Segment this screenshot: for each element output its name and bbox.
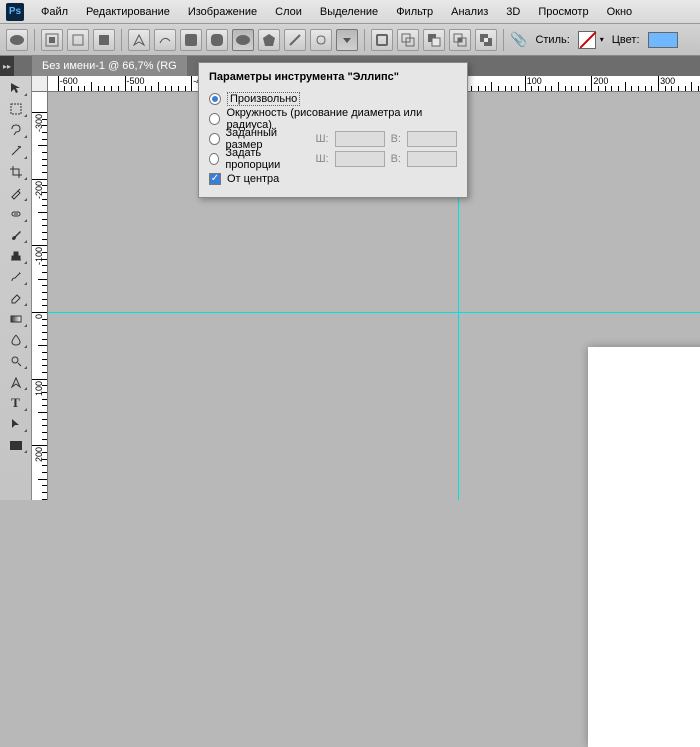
toolbox: T (0, 76, 32, 500)
ellipse-shape-button[interactable] (232, 29, 254, 51)
dodge-tool[interactable] (3, 351, 29, 371)
pen-tool-icon[interactable] (128, 29, 150, 51)
menu-view[interactable]: Просмотр (529, 6, 597, 18)
healing-tool[interactable] (3, 204, 29, 224)
rounded-square-icon (211, 34, 223, 46)
square-outline-icon (376, 34, 388, 46)
fixed-width-input[interactable] (335, 131, 385, 147)
mode-shape-layers[interactable] (41, 29, 63, 51)
rect-shape-button[interactable] (180, 29, 202, 51)
option-prop-label: Задать пропорции (225, 147, 303, 171)
style-label: Стиль: (531, 34, 573, 46)
menu-file[interactable]: Файл (32, 6, 77, 18)
custom-shape-button[interactable] (310, 29, 332, 51)
menu-image[interactable]: Изображение (179, 6, 266, 18)
option-free-label: Произвольно (227, 92, 300, 106)
menu-bar: Ps Файл Редактирование Изображение Слои … (0, 0, 700, 24)
link-icon[interactable]: 📎 (510, 31, 527, 48)
pathop-add[interactable] (397, 29, 419, 51)
brush-tool[interactable] (3, 225, 29, 245)
checkbox-from-center[interactable] (209, 173, 221, 185)
app-logo: Ps (6, 3, 24, 21)
height-label-2: В: (391, 153, 401, 165)
blur-tool[interactable] (3, 330, 29, 350)
document-tab[interactable]: Без имени-1 @ 66,7% (RG (32, 56, 187, 76)
menu-filter[interactable]: Фильтр (387, 6, 442, 18)
shape-tool[interactable] (3, 435, 29, 455)
width-label: Ш: (315, 133, 328, 145)
pathop-intersect[interactable] (449, 29, 471, 51)
polygon-shape-button[interactable] (258, 29, 280, 51)
path-selection-tool[interactable] (3, 414, 29, 434)
square-icon (185, 34, 197, 46)
type-tool[interactable]: T (3, 393, 29, 413)
radio-circle[interactable] (209, 113, 220, 125)
prop-height-input[interactable] (407, 151, 457, 167)
menu-analysis[interactable]: Анализ (442, 6, 497, 18)
lasso-tool[interactable] (3, 120, 29, 140)
color-swatch[interactable] (648, 32, 678, 48)
color-label: Цвет: (608, 34, 644, 46)
menu-window[interactable]: Окно (598, 6, 642, 18)
freeform-pen-icon[interactable] (154, 29, 176, 51)
line-shape-button[interactable] (284, 29, 306, 51)
ellipse-icon (10, 35, 24, 45)
tool-preset-button[interactable] (6, 29, 28, 51)
history-brush-tool[interactable] (3, 267, 29, 287)
from-center-label: От центра (227, 173, 279, 185)
eyedropper-tool[interactable] (3, 183, 29, 203)
options-bar: 📎 Стиль: ▾ Цвет: (0, 24, 700, 56)
menu-edit[interactable]: Редактирование (77, 6, 179, 18)
pen-tool[interactable] (3, 372, 29, 392)
radio-free[interactable] (209, 93, 221, 105)
move-tool[interactable] (3, 78, 29, 98)
mode-fill-pixels[interactable] (93, 29, 115, 51)
popup-title: Параметры инструмента "Эллипс" (209, 71, 457, 83)
ellipse-icon (236, 35, 250, 45)
stamp-tool[interactable] (3, 246, 29, 266)
prop-width-input[interactable] (335, 151, 385, 167)
menu-3d[interactable]: 3D (497, 6, 529, 18)
rounded-rect-button[interactable] (206, 29, 228, 51)
mode-paths[interactable] (67, 29, 89, 51)
tabstrip-handle[interactable]: ▸▸ (0, 56, 14, 76)
marquee-tool[interactable] (3, 99, 29, 119)
pathop-new[interactable] (371, 29, 393, 51)
menu-select[interactable]: Выделение (311, 6, 387, 18)
ellipse-options-popup: Параметры инструмента "Эллипс" Произволь… (198, 62, 468, 198)
radio-fixed-size[interactable] (209, 133, 220, 145)
menu-layers[interactable]: Слои (266, 6, 311, 18)
pathop-exclude[interactable] (475, 29, 497, 51)
eraser-tool[interactable] (3, 288, 29, 308)
shape-options-dropdown[interactable] (336, 29, 358, 51)
fixed-height-input[interactable] (407, 131, 457, 147)
pathop-subtract[interactable] (423, 29, 445, 51)
radio-proportions[interactable] (209, 153, 219, 165)
style-swatch[interactable] (578, 31, 596, 49)
height-label: В: (391, 133, 401, 145)
crop-tool[interactable] (3, 162, 29, 182)
gradient-tool[interactable] (3, 309, 29, 329)
magic-wand-tool[interactable] (3, 141, 29, 161)
width-label-2: Ш: (315, 153, 328, 165)
